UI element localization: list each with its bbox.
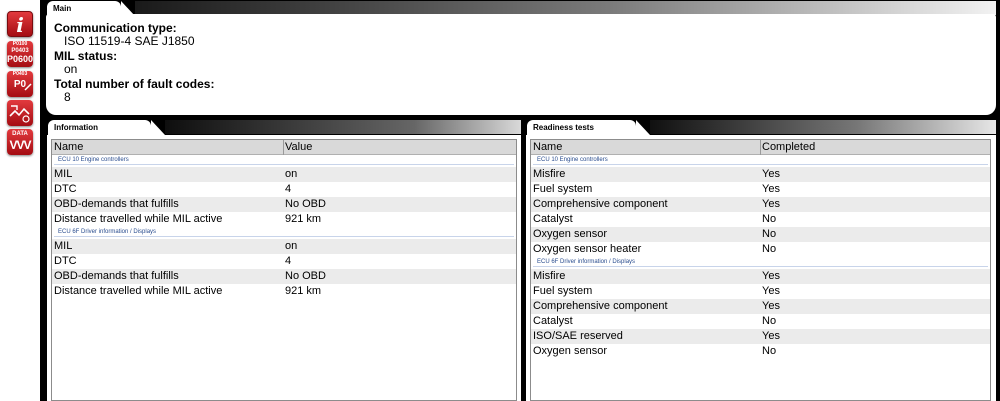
- table-row[interactable]: Catalyst No: [531, 212, 990, 227]
- column-separator[interactable]: [760, 140, 761, 155]
- table-row[interactable]: OBD-demands that fulfills No OBD: [52, 269, 516, 284]
- eraser-icon: [24, 83, 32, 91]
- table-row[interactable]: Comprehensive component Yes: [531, 197, 990, 212]
- table-row[interactable]: ISO/SAE reserved Yes: [531, 329, 990, 344]
- table-row[interactable]: DTC 4: [52, 182, 516, 197]
- tab-strip-readiness: [650, 120, 996, 134]
- main-information-content: Communication type: ISO 11519-4 SAE J185…: [54, 22, 214, 106]
- clear-codes-icon-line1: P0403: [12, 71, 28, 77]
- table-row[interactable]: MIL on: [52, 167, 516, 182]
- readiness-tests-panel: Name Completed ECU 10 Engine controllers…: [526, 135, 996, 401]
- table-row[interactable]: Distance travelled while MIL active 921 k…: [52, 284, 516, 299]
- live-data-button[interactable]: [7, 100, 33, 126]
- ecu-group-header: ECU 6F Driver information / Displays: [52, 227, 516, 239]
- column-separator[interactable]: [283, 140, 284, 155]
- tab-strip-main: [135, 1, 996, 15]
- ecu-group-header: ECU 10 Engine controllers: [52, 155, 516, 167]
- fault-codes-icon-line1: P0100: [12, 41, 28, 47]
- table-row[interactable]: MIL on: [52, 239, 516, 254]
- table-row[interactable]: Oxygen sensor heater No: [531, 242, 990, 257]
- left-toolbar: i P0100 P0403 P0600 P0403 P0 DATA VVV: [0, 0, 40, 401]
- information-panel: Name Value ECU 10 Engine controllers MIL…: [47, 135, 521, 401]
- clear-codes-button[interactable]: P0403 P0: [7, 71, 33, 97]
- table-row[interactable]: Oxygen sensor No: [531, 344, 990, 359]
- table-row[interactable]: Fuel system Yes: [531, 182, 990, 197]
- mil-status-label: MIL status:: [54, 49, 118, 63]
- table-row[interactable]: OBD-demands that fulfills No OBD: [52, 197, 516, 212]
- readiness-table: Name Completed ECU 10 Engine controllers…: [530, 139, 991, 401]
- table-row[interactable]: Distance travelled while MIL active 921 k…: [52, 212, 516, 227]
- column-header-name[interactable]: Name: [54, 140, 83, 155]
- ecu-group-header: ECU 10 Engine controllers: [531, 155, 990, 167]
- fault-codes-button[interactable]: P0100 P0403 P0600: [7, 41, 33, 67]
- data-icon-label: DATA: [12, 131, 28, 137]
- table-row[interactable]: Misfire Yes: [531, 167, 990, 182]
- column-header-value[interactable]: Value: [285, 140, 312, 155]
- table-row[interactable]: Misfire Yes: [531, 269, 990, 284]
- table-row[interactable]: Oxygen sensor No: [531, 227, 990, 242]
- fault-codes-count-label: Total number of fault codes:: [54, 77, 215, 91]
- fault-codes-count-value: 8: [64, 90, 71, 104]
- ecu-group-header: ECU 6F Driver information / Displays: [531, 257, 990, 269]
- tab-strip-info: [165, 120, 521, 134]
- fault-codes-icon-line3: P0600: [7, 54, 33, 64]
- data-button[interactable]: DATA VVV: [7, 129, 33, 155]
- table-header: Name Completed: [531, 140, 990, 155]
- info-icon: i: [16, 13, 24, 37]
- table-row[interactable]: Comprehensive component Yes: [531, 299, 990, 314]
- info-button[interactable]: i: [7, 11, 33, 37]
- column-header-completed[interactable]: Completed: [762, 140, 815, 155]
- column-header-name[interactable]: Name: [533, 140, 562, 155]
- table-row[interactable]: DTC 4: [52, 254, 516, 269]
- tab-readiness-tests[interactable]: Readiness tests: [527, 120, 650, 135]
- live-data-icon: [9, 105, 30, 123]
- information-table: Name Value ECU 10 Engine controllers MIL…: [51, 139, 517, 401]
- table-row[interactable]: Catalyst No: [531, 314, 990, 329]
- data-icon-wave: VVV: [9, 138, 31, 152]
- communication-type-value: ISO 11519-4 SAE J1850: [64, 34, 195, 48]
- mil-status-value: on: [64, 62, 78, 76]
- table-header: Name Value: [52, 140, 516, 155]
- table-row[interactable]: Fuel system Yes: [531, 284, 990, 299]
- tab-information[interactable]: Information: [48, 120, 165, 135]
